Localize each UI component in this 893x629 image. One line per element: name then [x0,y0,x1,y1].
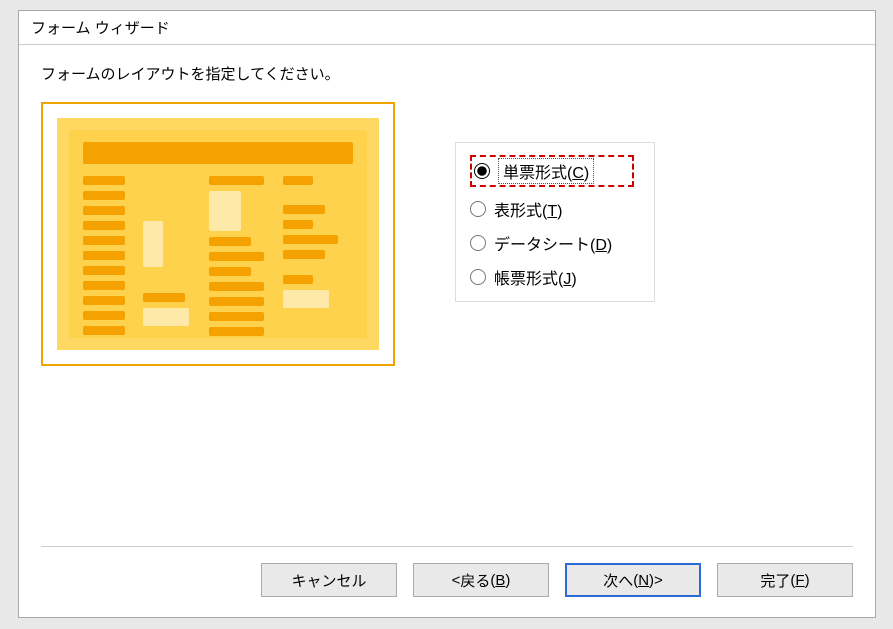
instruction-text: フォームのレイアウトを指定してください。 [41,63,853,84]
option-columnar-label: 単票形式(C) [498,158,594,184]
preview-title-bar [83,142,353,164]
radio-datasheet[interactable] [470,235,486,251]
radio-justified[interactable] [470,269,486,285]
body-row: 単票形式(C) 表形式(T) データシート(D) 帳票形式(J) [41,102,853,366]
option-datasheet-label: データシート(D) [494,231,612,255]
dialog-title: フォーム ウィザード [19,11,875,45]
layout-preview [41,102,395,366]
next-button[interactable]: 次へ(N) > [565,563,701,597]
form-wizard-dialog: フォーム ウィザード フォームのレイアウトを指定してください。 [18,10,876,618]
option-columnar[interactable]: 単票形式(C) [470,155,634,187]
option-justified[interactable]: 帳票形式(J) [470,265,634,289]
layout-options-panel: 単票形式(C) 表形式(T) データシート(D) 帳票形式(J) [455,142,655,302]
radio-tabular[interactable] [470,201,486,217]
cancel-button[interactable]: キャンセル [261,563,397,597]
button-row: キャンセル < 戻る(B) 次へ(N) > 完了(F) [19,547,875,617]
option-datasheet[interactable]: データシート(D) [470,231,634,255]
option-tabular[interactable]: 表形式(T) [470,197,634,221]
option-justified-label: 帳票形式(J) [494,265,577,289]
finish-button[interactable]: 完了(F) [717,563,853,597]
back-button[interactable]: < 戻る(B) [413,563,549,597]
dialog-content: フォームのレイアウトを指定してください。 [19,45,875,546]
option-tabular-label: 表形式(T) [494,197,562,221]
radio-columnar[interactable] [474,163,490,179]
